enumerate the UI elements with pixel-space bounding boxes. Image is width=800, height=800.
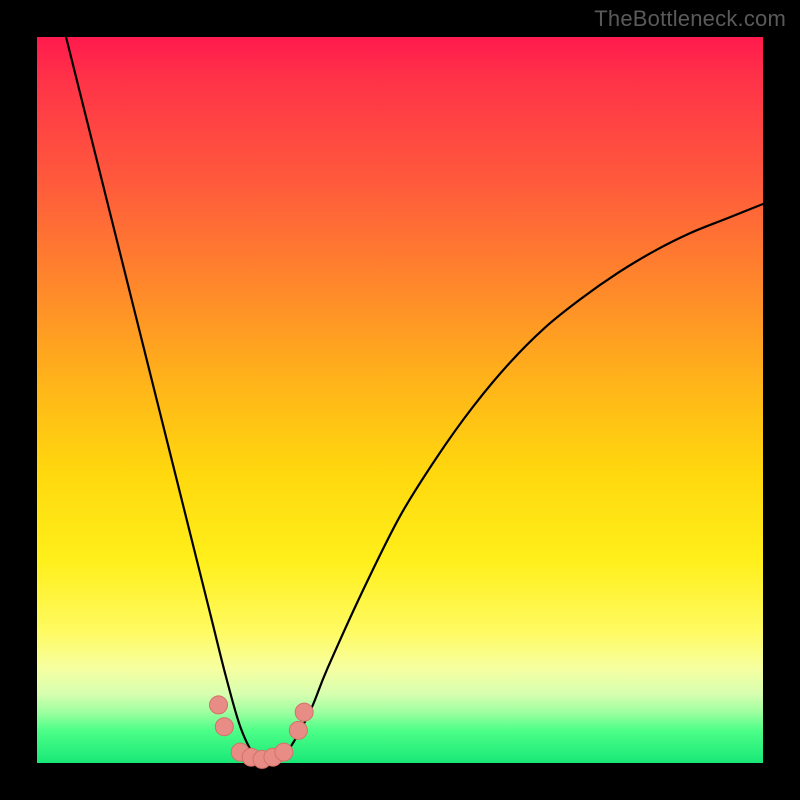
chart-frame: TheBottleneck.com xyxy=(0,0,800,800)
bottleneck-curve-svg xyxy=(37,37,763,763)
curve-marker xyxy=(295,703,313,721)
attribution-watermark: TheBottleneck.com xyxy=(594,6,786,32)
curve-marker xyxy=(289,721,307,739)
curve-marker xyxy=(275,743,293,761)
chart-plot-area xyxy=(37,37,763,763)
bottleneck-curve xyxy=(66,37,763,763)
curve-marker xyxy=(215,718,233,736)
curve-markers xyxy=(210,696,314,768)
curve-marker xyxy=(210,696,228,714)
